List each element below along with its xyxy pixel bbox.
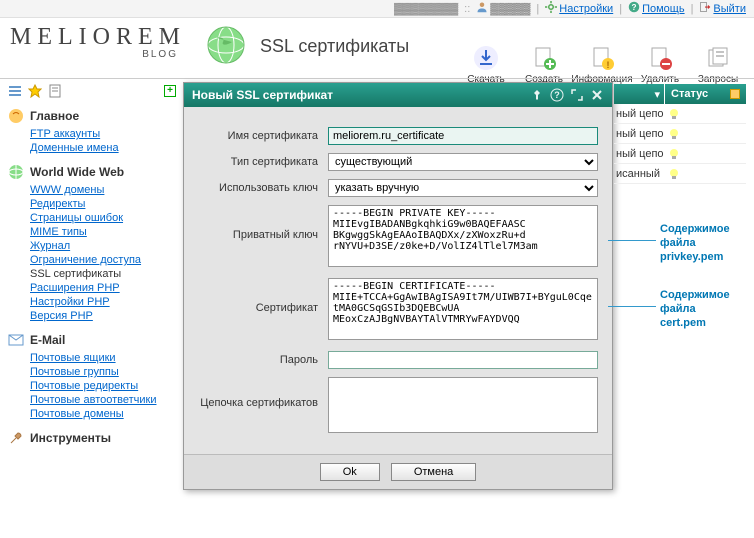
ok-button[interactable]: Ok	[320, 463, 380, 481]
star-icon[interactable]	[28, 84, 42, 98]
sidebar-link-errorpages[interactable]: Страницы ошибок	[30, 212, 123, 224]
privkey-textarea[interactable]: -----BEGIN PRIVATE KEY----- MIIEvgIBADAN…	[328, 205, 598, 267]
settings-link[interactable]: Настройки	[559, 3, 613, 15]
table-row[interactable]: исанный	[614, 164, 746, 184]
user-icon	[476, 1, 488, 16]
grid-config-icon[interactable]	[730, 89, 740, 99]
home-icon	[8, 108, 24, 124]
sidebar-email-heading[interactable]: E-Mail	[8, 332, 176, 348]
help-link[interactable]: Помощь	[642, 3, 685, 15]
label-privkey: Приватный ключ	[198, 205, 328, 241]
add-icon[interactable]: +	[164, 85, 176, 97]
svg-text:?: ?	[632, 3, 637, 12]
arrow-cert	[608, 306, 656, 307]
password-input[interactable]	[328, 351, 598, 369]
sidebar-link-mailboxes[interactable]: Почтовые ящики	[30, 352, 116, 364]
sidebar-link-domains[interactable]: Доменные имена	[30, 142, 119, 154]
arrow-privkey	[608, 240, 656, 241]
username-masked: ▓▓▓▓▓	[490, 3, 530, 15]
pin-icon[interactable]	[530, 88, 544, 102]
sidebar-item-ssl[interactable]: SSL сертификаты	[30, 268, 176, 280]
close-icon[interactable]	[590, 88, 604, 102]
logout-icon	[699, 1, 711, 16]
sidebar-link-redirects[interactable]: Редиректы	[30, 198, 85, 210]
sidebar-link-wwwdomains[interactable]: WWW домены	[30, 184, 104, 196]
delete-label: Удалить	[641, 74, 679, 85]
modal-new-ssl: Новый SSL сертификат ? Имя сертификата Т…	[183, 82, 613, 490]
sidebar-link-phpext[interactable]: Расширения PHP	[30, 282, 120, 294]
chain-textarea[interactable]	[328, 377, 598, 433]
svg-text:!: !	[607, 60, 610, 70]
sidebar-link-phpver[interactable]: Версия PHP	[30, 310, 93, 322]
sidebar-link-mailgroups[interactable]: Почтовые группы	[30, 366, 119, 378]
logout-link[interactable]: Выйти	[713, 3, 746, 15]
label-chain: Цепочка сертификатов	[198, 377, 328, 409]
sidebar-link-autoresponders[interactable]: Почтовые автоответчики	[30, 394, 156, 406]
tools-icon	[8, 430, 24, 446]
logo: MELIOREM BLOG	[10, 24, 186, 60]
table-row[interactable]: ный цепо	[614, 104, 746, 124]
doc-icon[interactable]	[48, 84, 62, 98]
sep: |	[691, 3, 694, 15]
svg-text:?: ?	[554, 90, 560, 100]
sidebar-link-access[interactable]: Ограничение доступа	[30, 254, 141, 266]
cancel-button[interactable]: Отмена	[391, 463, 476, 481]
col-header-left[interactable]: ▾	[614, 84, 664, 104]
globe-small-icon	[8, 164, 24, 180]
list-icon[interactable]	[8, 84, 22, 98]
sidebar-link-phpconf[interactable]: Настройки PHP	[30, 296, 110, 308]
bulb-icon	[668, 148, 680, 160]
help-icon: ?	[628, 1, 640, 16]
globe-icon	[205, 24, 247, 66]
label-name: Имя сертификата	[198, 127, 328, 142]
sidebar-link-journal[interactable]: Журнал	[30, 240, 70, 252]
sidebar-www-heading[interactable]: World Wide Web	[8, 164, 176, 180]
bulb-icon	[668, 168, 680, 180]
divider	[0, 78, 754, 79]
label-cert: Сертификат	[198, 278, 328, 314]
mail-icon	[8, 332, 24, 348]
bulb-icon	[668, 128, 680, 140]
help-small-icon[interactable]: ?	[550, 88, 564, 102]
sidebar-link-mailredirects[interactable]: Почтовые редиректы	[30, 380, 138, 392]
maximize-icon[interactable]	[570, 88, 584, 102]
sep: ::	[464, 3, 470, 15]
requests-label: Запросы	[698, 74, 738, 85]
cert-textarea[interactable]: -----BEGIN CERTIFICATE----- MIIE+TCCA+Gg…	[328, 278, 598, 340]
cert-type-select[interactable]: существующий	[328, 153, 598, 171]
sep: |	[619, 3, 622, 15]
sidebar-link-maildomains[interactable]: Почтовые домены	[30, 408, 124, 420]
cert-name-input[interactable]	[328, 127, 598, 145]
callout-privkey: Содержимое файла privkey.pem	[660, 222, 730, 264]
table-row[interactable]: ный цепо	[614, 144, 746, 164]
sidebar-link-ftp[interactable]: FTP аккаунты	[30, 128, 100, 140]
sidebar-main-heading[interactable]: Главное	[8, 108, 176, 124]
sep: |	[536, 3, 539, 15]
table-row[interactable]: ный цепо	[614, 124, 746, 144]
logo-text: MELIOREM	[10, 24, 186, 51]
sidebar-link-mime[interactable]: MIME типы	[30, 226, 87, 238]
sidebar-tools-heading[interactable]: Инструменты	[8, 430, 176, 446]
bulb-icon	[668, 108, 680, 120]
page-title: SSL сертификаты	[260, 36, 409, 57]
col-header-status[interactable]: Статус	[664, 84, 746, 104]
usekey-select[interactable]: указать вручную	[328, 179, 598, 197]
user-block: ▓▓▓▓▓▓▓▓	[394, 3, 458, 15]
modal-title: Новый SSL сертификат	[192, 88, 333, 102]
gear-icon	[545, 1, 557, 16]
callout-cert: Содержимое файла cert.pem	[660, 288, 730, 330]
label-type: Тип сертификата	[198, 153, 328, 168]
label-usekey: Использовать ключ	[198, 179, 328, 194]
label-password: Пароль	[198, 351, 328, 366]
